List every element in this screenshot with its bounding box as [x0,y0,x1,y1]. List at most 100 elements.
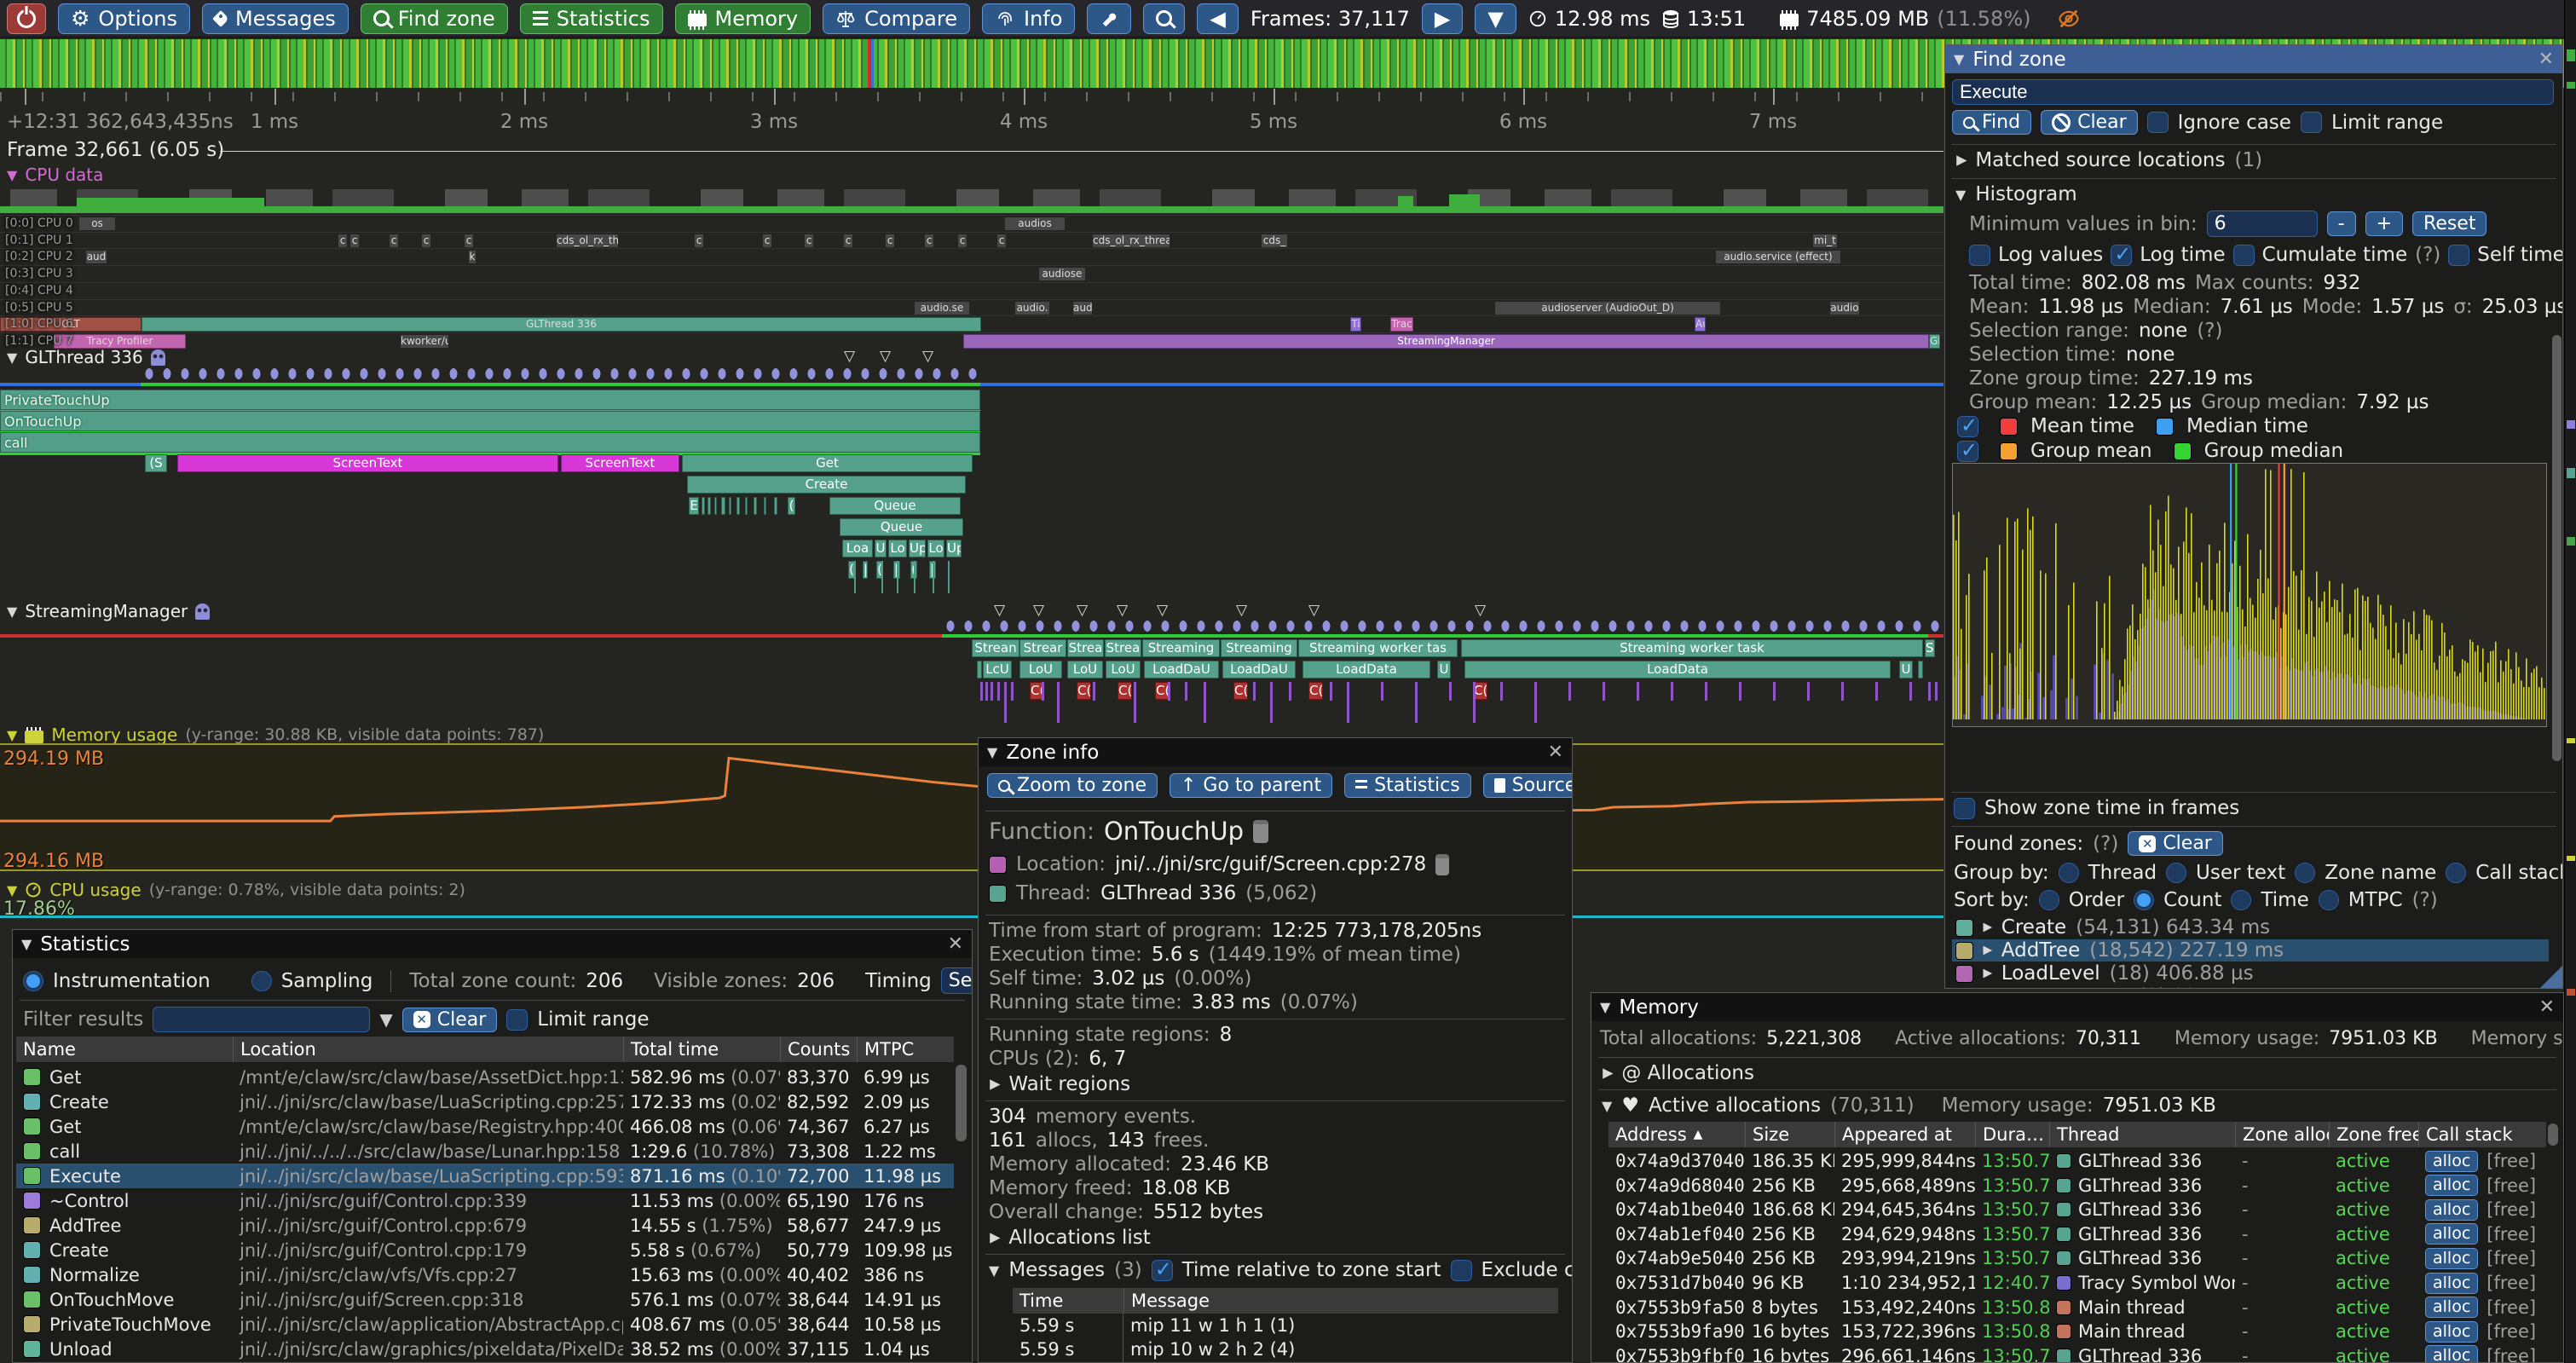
sort-by-radio-time[interactable] [2231,890,2251,910]
column-header-counts[interactable]: Counts▼ [780,1037,857,1062]
alloc-callstack-button[interactable]: alloc [2425,1175,2478,1196]
memory-plot-header[interactable]: ▼ Memory usage (y-range: 30.88 KB, visib… [7,725,544,745]
sort-by-radio-count[interactable] [2134,890,2154,910]
sort-by-radio-order[interactable] [2039,890,2059,910]
statistics-table-header[interactable]: NameLocationTotal timeCounts▼MTPC [16,1037,954,1062]
column-header-location[interactable]: Location [233,1037,623,1062]
timeline-marker-icon[interactable]: ▽ [1236,602,1247,619]
alloc-callstack-button[interactable]: alloc [2425,1248,2478,1269]
timeline-marker-icon[interactable]: ▽ [1157,602,1168,619]
memory-button[interactable]: Memory [675,3,811,34]
zone-chip[interactable]: c [804,234,814,248]
timeline-marker-icon[interactable]: ▽ [1033,602,1044,619]
zone-chip[interactable]: LoU [1106,661,1141,679]
fz-limit-range-checkbox[interactable] [2301,112,2322,133]
zone-chip[interactable]: Streaming [1142,639,1220,657]
found-zone-group[interactable]: ▼Create(54,131) 643.34 ms [1952,916,2549,939]
close-icon[interactable]: ✕ [1548,742,1563,763]
find-zone-query-input[interactable] [1952,79,2554,105]
column-header-call-stack[interactable]: Call stack [2418,1122,2546,1147]
instrumentation-radio[interactable] [23,971,43,991]
found-zone-group[interactable]: ▼AddTree(18,542) 227.19 ms [1952,939,2549,962]
zone-chip[interactable]: Ti [1350,317,1361,332]
found-zone-group[interactable]: ▼LoadLevel(18) 406.88 µs [1952,962,2549,985]
column-header-message[interactable]: Message [1123,1288,1554,1314]
column-header-thread[interactable]: Thread [2049,1122,2235,1147]
memory-scrollbar[interactable] [2548,1123,2558,1146]
zone-chip[interactable]: c [421,234,431,248]
table-row[interactable]: Createjni/../jni/src/claw/base/LuaScript… [16,1089,954,1114]
close-icon[interactable]: ✕ [948,933,963,955]
log-values-checkbox[interactable] [1969,245,1990,266]
zone-chip[interactable]: c [694,234,704,248]
zone-chip[interactable]: c [843,234,853,248]
glthread-samples-dots[interactable] [141,367,985,380]
zone-chip[interactable]: Up [946,540,962,557]
zone-chip[interactable]: LoadDaU [1222,661,1296,679]
prev-frame-button[interactable]: ◀ [1197,3,1238,34]
filter-funnel-icon[interactable]: ▼ [379,1009,392,1030]
alloc-callstack-button[interactable]: alloc [2425,1297,2478,1318]
fz-clear-button[interactable]: Clear [2041,110,2138,135]
timeline-marker-icon[interactable]: ▽ [1308,602,1320,619]
zone-chip[interactable]: kworker/u [400,334,449,349]
zone-chip[interactable]: C( [1308,682,1323,700]
alloc-callstack-button[interactable]: alloc [2425,1199,2478,1221]
allocation-row[interactable]: 0x74ab9e5040256 KB293,994,219ns13:50.7GL… [1609,1246,2546,1270]
alloc-callstack-button[interactable]: alloc [2425,1345,2478,1363]
zone-chip[interactable]: Create [687,476,966,494]
zone-chip[interactable] [764,497,766,515]
column-header-size[interactable]: Size [1745,1122,1834,1147]
allocation-row[interactable]: 0x7553b9fa9016 bytes153,722,396ns13:50.8… [1609,1320,2546,1343]
allocations-group-row[interactable]: ▼@ Allocations [1602,1062,1754,1084]
cumulate-time-checkbox[interactable] [2233,245,2255,266]
message-row[interactable]: 5.59 smip 10 w 2 h 2 (4) [1013,1337,1558,1361]
filter-input[interactable] [153,1007,370,1032]
expand-icon[interactable]: ▼ [1980,946,1994,956]
matched-locations-row[interactable]: ▼Matched source locations(1) [1955,149,2262,171]
zone-info-titlebar[interactable]: ▼Zone info✕ [979,738,1572,766]
active-allocations-row[interactable]: ▼ ♥ Active allocations (70,311) Memory u… [1602,1094,2216,1117]
allocation-row[interactable]: 0x74ab1ef040256 KB294,629,948ns13:50.7GL… [1609,1222,2546,1246]
zone-chip[interactable]: c [338,234,348,248]
zone-chip[interactable]: ( [788,497,795,515]
zone-chip[interactable]: Get [682,454,973,472]
zone-chip[interactable]: c [885,234,895,248]
table-row[interactable]: Get/mnt/e/claw/src/claw/base/AssetDict.h… [16,1065,954,1089]
zone-chip[interactable]: audio [1829,301,1860,315]
zone-chip[interactable]: ScreenText [561,454,679,472]
table-row[interactable]: calljni/../jni/../../../src/claw/base/Lu… [16,1139,954,1164]
timeline-marker-icon[interactable]: ▽ [922,348,933,365]
self-time-checkbox[interactable] [2448,245,2469,266]
statistics-titlebar[interactable]: ▼Statistics✕ [13,930,972,958]
zone-chip[interactable] [708,497,711,515]
zone-bar-call[interactable]: call [0,432,980,453]
timeline-marker-icon[interactable]: ▽ [1077,602,1088,619]
column-header-name[interactable]: Name [16,1037,233,1062]
zone-chip[interactable]: LoadDaU [1144,661,1219,679]
zone-chip[interactable]: cds_ol_rx_thr [556,234,619,248]
zone-chip[interactable]: Queue [829,497,961,515]
table-row[interactable]: ~Controljni/../jni/src/guif/Control.cpp:… [16,1188,954,1213]
alloc-callstack-button[interactable]: alloc [2425,1151,2478,1172]
find-zone-button[interactable]: Find zone [361,3,508,34]
zone-chip[interactable]: LoadData [1464,661,1891,679]
zone-chip[interactable]: ScreenText [177,454,558,472]
zone-chip[interactable]: C( [1077,682,1091,700]
alloc-callstack-button[interactable]: alloc [2425,1273,2478,1294]
frame-label[interactable]: Frame 32,661 (6.05 s) [7,139,224,161]
zone-chip[interactable]: c [924,234,934,248]
zone-chip[interactable]: LoadData [1302,661,1430,679]
legend-checkbox[interactable] [1957,416,1978,437]
allocation-row[interactable]: 0x7553b9fa508 bytes153,492,240ns13:50.8M… [1609,1296,2546,1320]
zone-chip[interactable] [754,497,757,515]
go-to-parent-button[interactable]: ↑Go to parent [1170,773,1332,798]
zone-chip[interactable]: Strean [972,639,1019,657]
zone-chip[interactable]: LoU [1019,661,1062,679]
zone-chip[interactable]: U [1437,661,1451,679]
source-button[interactable]: Source [1483,773,1573,798]
zone-chip[interactable]: C( [1118,682,1132,700]
zone-chip[interactable]: c [389,234,399,248]
allocations-list-row[interactable]: ▼Allocations list [989,1227,1151,1249]
find-zone-scrollbar[interactable] [2552,335,2562,761]
